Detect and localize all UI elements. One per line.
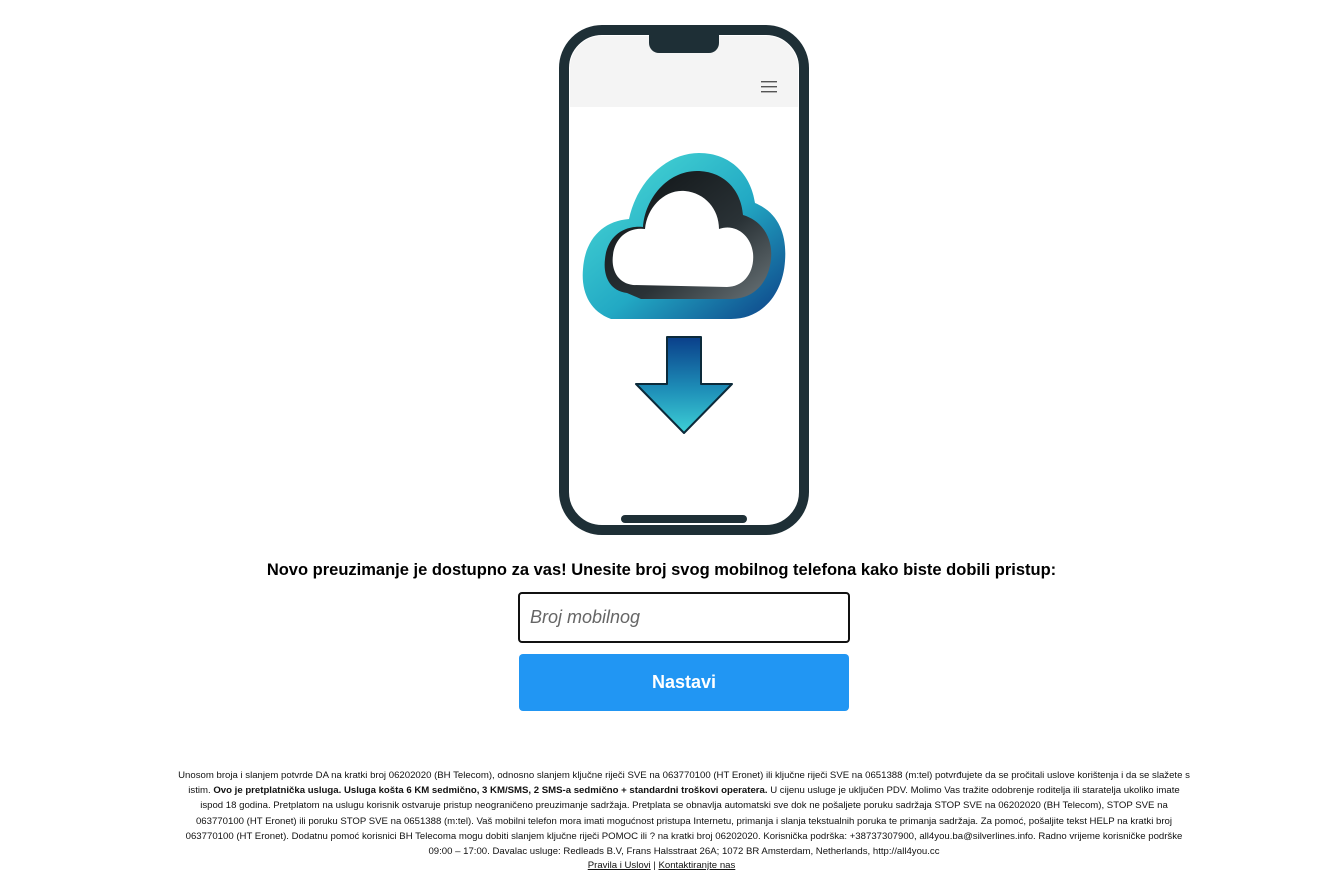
terms-text: Unosom broja i slanjem potvrde DA na kra…	[178, 768, 1190, 859]
smartphone-illustration	[559, 25, 809, 535]
landing-page: Novo preuzimanje je dostupno za vas! Une…	[0, 0, 1323, 881]
footer-links: Pravila i Uslovi | Kontaktiranjte nas	[0, 858, 1323, 873]
terms-link[interactable]: Pravila i Uslovi	[588, 860, 651, 871]
footer-separator: |	[653, 860, 656, 871]
download-arrow-icon	[635, 336, 733, 434]
page-title: Novo preuzimanje je dostupno za vas! Une…	[266, 561, 1057, 579]
contact-link[interactable]: Kontaktiranjte nas	[658, 860, 735, 871]
hamburger-menu-icon[interactable]	[760, 80, 778, 94]
terms-text-pricing: Ovo je pretplatnička usluga. Usluga košt…	[213, 785, 768, 797]
cloud-icon	[582, 153, 786, 319]
continue-button[interactable]: Nastavi	[519, 654, 849, 711]
phone-number-input[interactable]	[518, 592, 850, 643]
